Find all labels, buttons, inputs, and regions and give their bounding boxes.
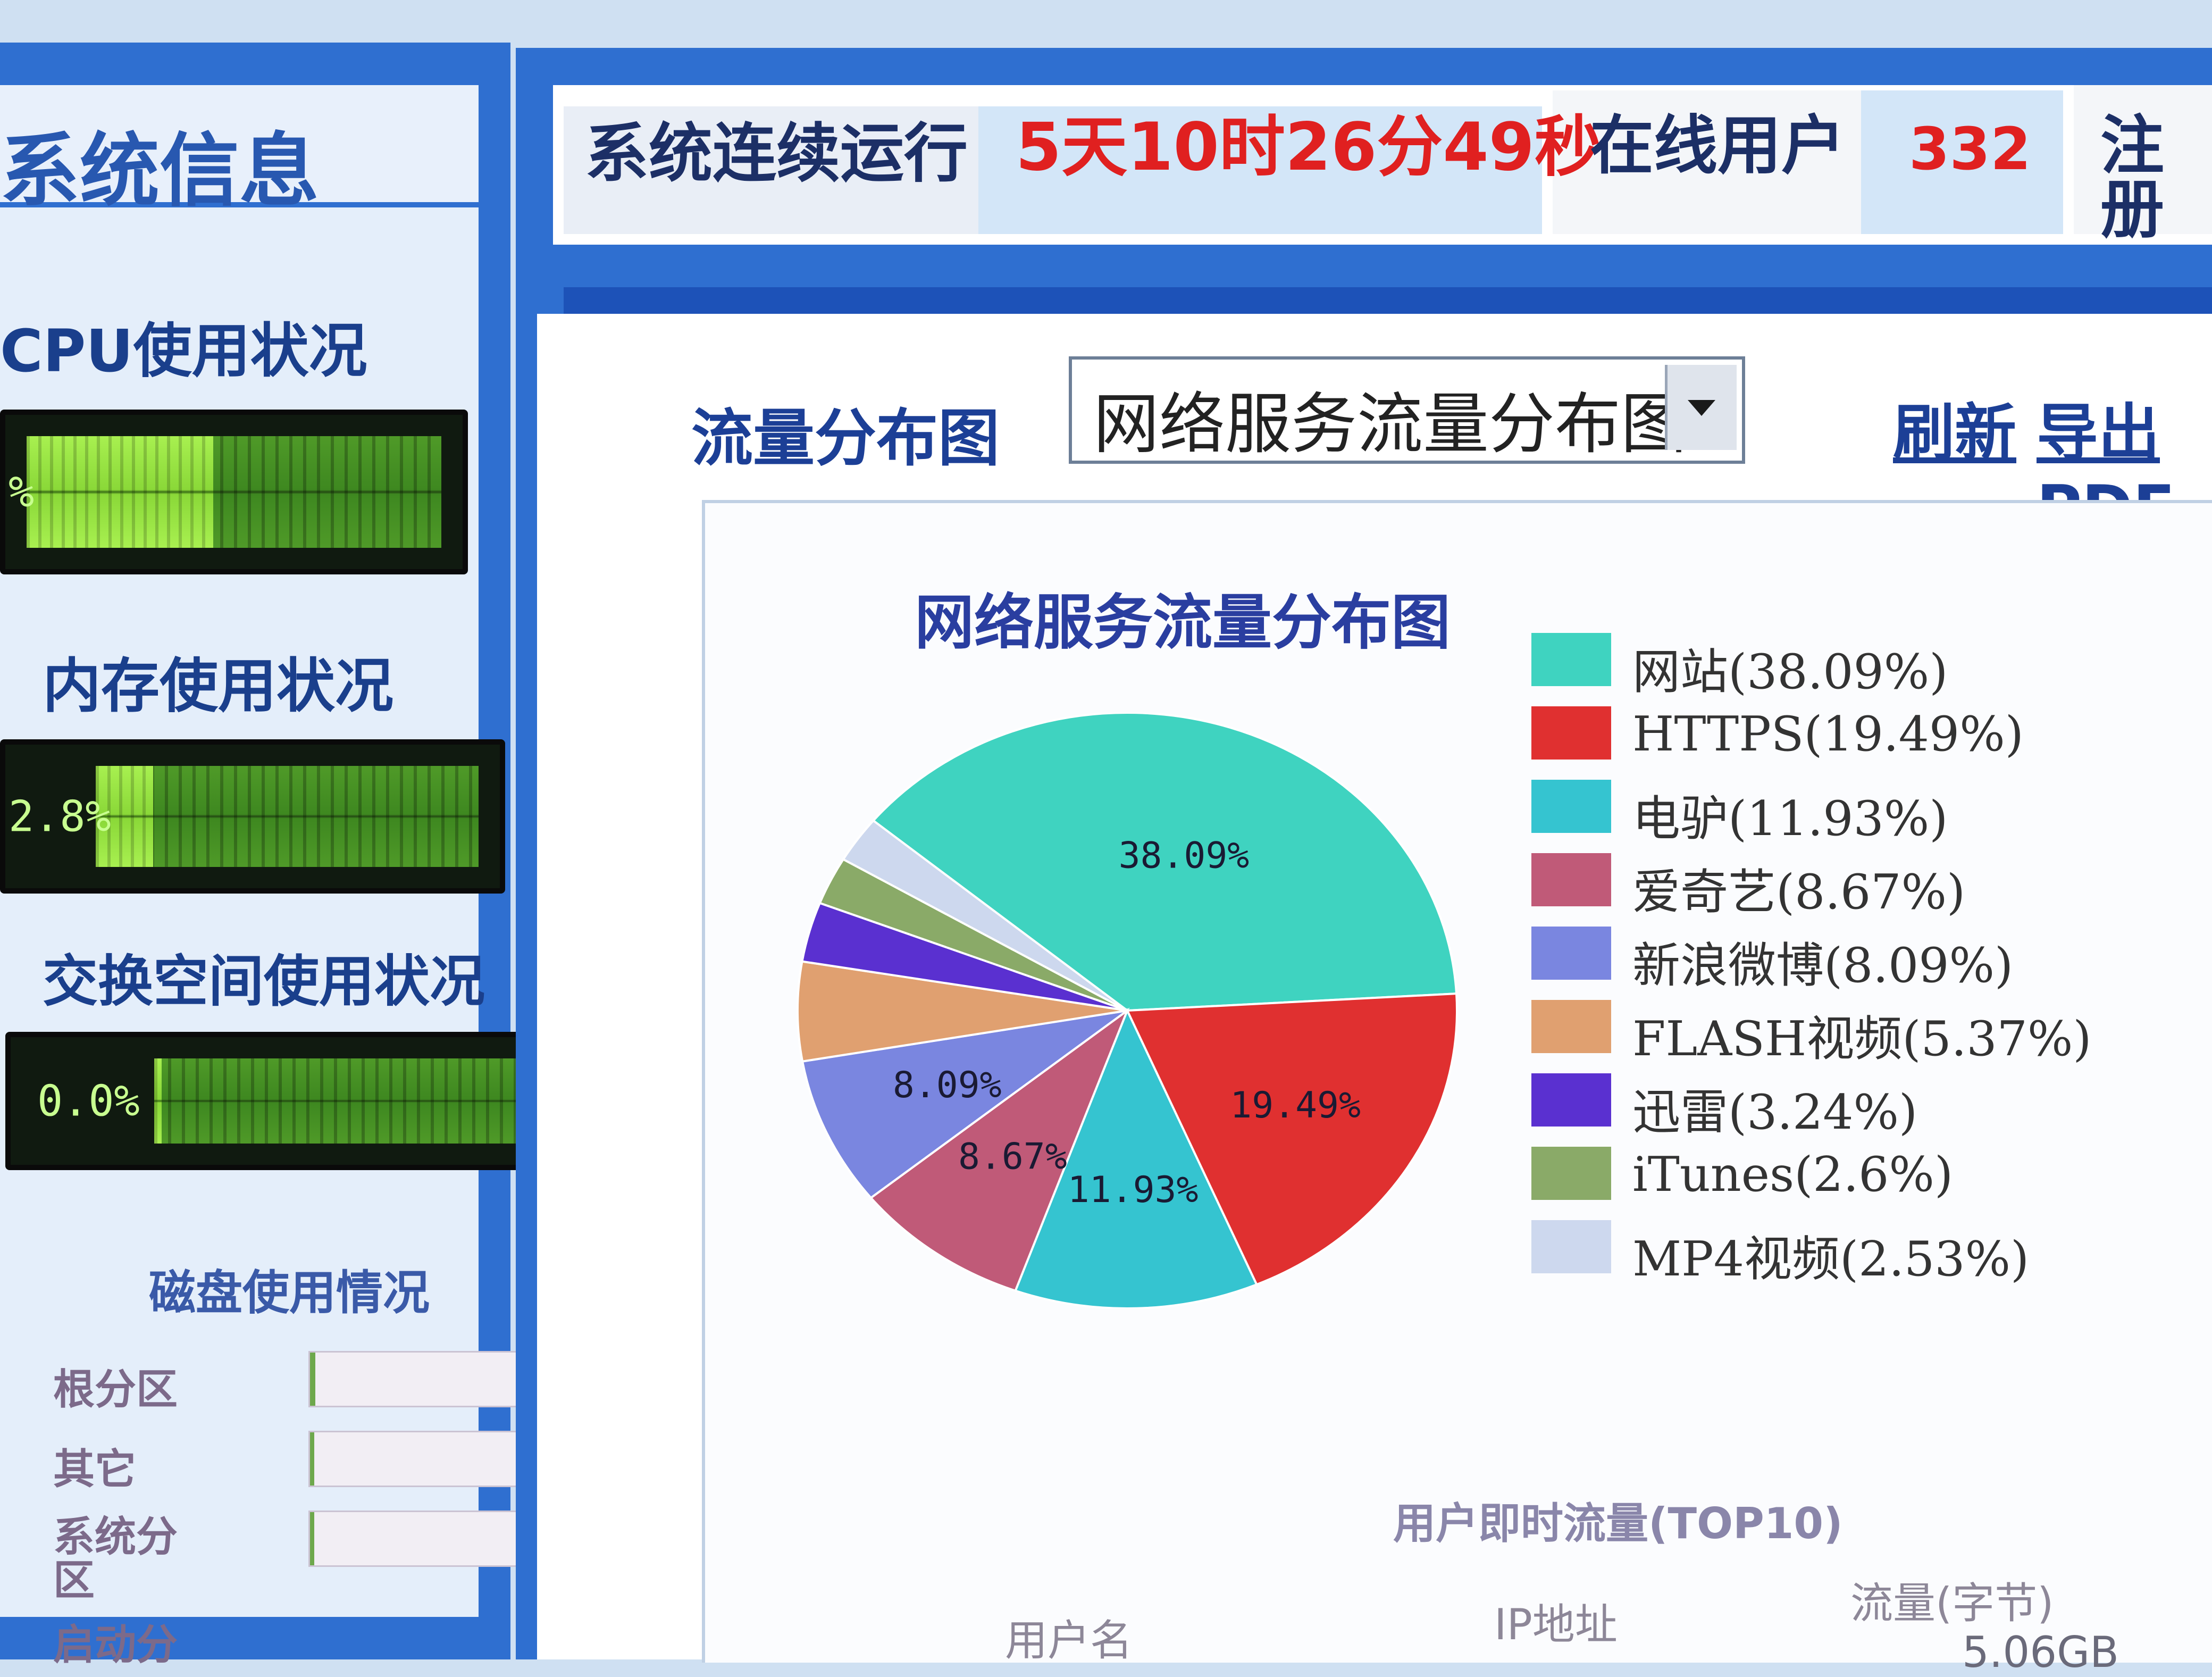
legend-swatch	[1531, 1000, 1611, 1053]
traffic-chart-label: 流量分布图	[691, 403, 1000, 474]
disk-row-label: 启动分	[53, 1621, 178, 1669]
disk-row-label: 系统分区	[53, 1513, 178, 1605]
online-users-count: 332	[1909, 115, 2031, 183]
chart-type-select[interactable]: 网络服务流量分布图	[1069, 356, 1745, 464]
uptime-value: 5天10时26分49秒	[1016, 109, 1601, 186]
pie-slice-label: 19.49%	[1230, 1084, 1361, 1127]
user-traffic-top10: 用户即时流量(TOP10) 用户名 IP地址 流量(字节) 5.06GB	[659, 1436, 2212, 1677]
swap-meter-track	[154, 1058, 516, 1144]
disk-usage-section: 磁盘使用情况 根分区 其它 系统分区 启动分	[32, 1245, 596, 1669]
legend-swatch	[1531, 780, 1611, 833]
swap-meter-fill	[154, 1058, 162, 1144]
swap-percent: 0.0%	[37, 1076, 140, 1126]
legend-item: iTunes(2.6%)	[1531, 1141, 2212, 1205]
cpu-usage-meter: %	[0, 410, 468, 574]
disk-heading: 磁盘使用情况	[149, 1265, 430, 1320]
memory-usage-meter: 2.8%	[0, 739, 505, 894]
refresh-link[interactable]: 刷新	[1893, 383, 2016, 472]
legend-item: FLASH视频(5.37%)	[1531, 995, 2212, 1067]
disk-used-fill	[310, 1353, 316, 1406]
pie-slice-label: 11.93%	[1068, 1169, 1199, 1211]
cpu-heading: CPU使用状况	[0, 317, 367, 385]
legend-swatch	[1531, 1147, 1611, 1200]
legend-item: MP4视频(2.53%)	[1531, 1215, 2212, 1287]
pie-slice-label: 8.67%	[958, 1136, 1067, 1178]
legend-swatch	[1531, 853, 1611, 906]
pie-slice-label: 8.09%	[893, 1064, 1002, 1106]
swap-usage-meter: 0.0%	[5, 1032, 542, 1170]
legend-swatch	[1531, 706, 1611, 760]
legend-item: 爱奇艺(8.67%)	[1531, 848, 2212, 920]
system-info-header: 系统信息	[0, 85, 479, 218]
disk-row-boot: 启动分	[53, 1596, 585, 1670]
memory-meter-track	[96, 766, 479, 867]
memory-percent: 2.8%	[9, 791, 111, 841]
legend-item: 新浪微博(8.09%)	[1531, 921, 2212, 994]
legend-swatch	[1531, 1073, 1611, 1127]
header-divider	[564, 287, 2212, 314]
disk-row-label: 根分区	[53, 1366, 178, 1414]
legend-label: 爱奇艺(8.67%)	[1632, 864, 1966, 920]
legend-swatch	[1531, 927, 1611, 980]
legend-label: HTTPS(19.49%)	[1632, 706, 2024, 762]
disk-row-label: 其它	[53, 1446, 137, 1494]
disk-row-system: 系统分区	[53, 1500, 588, 1603]
legend-label: iTunes(2.6%)	[1632, 1147, 1954, 1203]
chart-title: 网络服务流量分布图	[915, 588, 1451, 657]
system-info-title: 系统信息	[0, 125, 320, 218]
top10-title: 用户即时流量(TOP10)	[1393, 1499, 1843, 1548]
traffic-value: 5.06GB	[1962, 1628, 2119, 1677]
disk-row-root: 根分区	[53, 1340, 588, 1415]
legend-label: 网站(38.09%)	[1632, 644, 1948, 700]
swap-heading: 交换空间使用状况	[43, 949, 485, 1014]
disk-used-fill	[310, 1432, 314, 1486]
legend-label: 电驴(11.93%)	[1632, 791, 1948, 847]
pie-slice-label: 38.09%	[1119, 835, 1250, 877]
online-users-label: 在线用户	[1590, 109, 1845, 183]
legend-item: 网站(38.09%)	[1531, 628, 2212, 700]
legend-label: MP4视频(2.53%)	[1632, 1231, 2030, 1287]
legend-item: 迅雷(3.24%)	[1531, 1068, 2212, 1140]
chevron-down-icon[interactable]	[1665, 365, 1737, 450]
legend-item: 电驴(11.93%)	[1531, 774, 2212, 847]
disk-used-fill	[310, 1512, 314, 1565]
column-header-ip: IP地址	[1494, 1600, 1618, 1649]
cpu-percent: %	[9, 467, 35, 517]
legend-label: 迅雷(3.24%)	[1632, 1084, 1918, 1140]
legend-label: 新浪微博(8.09%)	[1632, 938, 2014, 994]
legend-label: FLASH视频(5.37%)	[1632, 1011, 2092, 1067]
column-header-traffic: 流量(字节)	[1850, 1579, 2054, 1628]
legend-swatch	[1531, 633, 1611, 686]
uptime-label: 系统连续运行	[585, 117, 968, 191]
register-label: 注册	[2100, 109, 2164, 247]
column-header-user: 用户名	[1005, 1616, 1133, 1665]
legend-item: HTTPS(19.49%)	[1531, 701, 2212, 765]
chart-type-select-value: 网络服务流量分布图	[1093, 386, 1687, 463]
pie-chart: 38.09% 19.49% 11.93%8.67% 8.09%	[797, 713, 1458, 1309]
cpu-meter-fill	[27, 436, 213, 548]
memory-heading: 内存使用状况	[43, 652, 393, 720]
disk-row-other: 其它	[53, 1420, 588, 1495]
legend-swatch	[1531, 1220, 1611, 1273]
cpu-meter-track	[27, 436, 441, 548]
